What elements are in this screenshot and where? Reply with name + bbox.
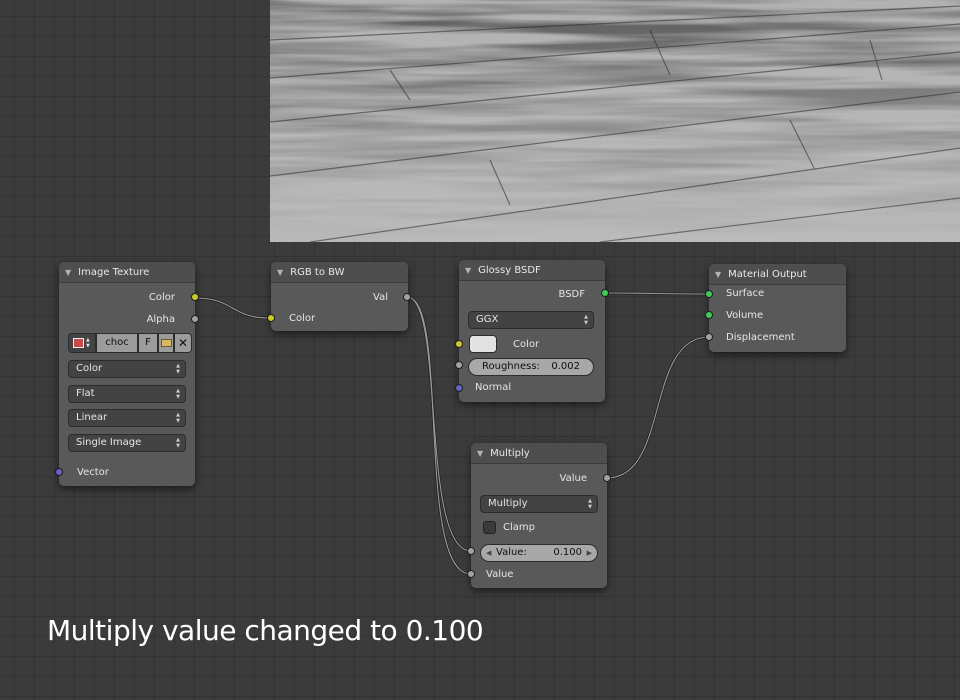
extension-dropdown[interactable]: Single Image ▲ ▼	[68, 434, 186, 452]
material-displacement-input-socket[interactable]	[705, 333, 713, 341]
rgb-to-bw-node[interactable]: ▼ RGB to BW Val Color	[271, 262, 408, 331]
image-name-field[interactable]: choc	[96, 333, 138, 353]
input-normal-label: Normal	[475, 382, 512, 393]
wood-floor-render	[270, 0, 960, 242]
projection-dropdown[interactable]: Flat ▲ ▼	[68, 385, 186, 403]
dropdown-value: Color	[76, 363, 103, 374]
input-displacement-label: Displacement	[726, 332, 795, 343]
clamp-checkbox[interactable]	[483, 521, 496, 534]
decrement-arrow-icon[interactable]: ◀	[486, 545, 491, 561]
roughness-label: Roughness:	[482, 361, 540, 372]
output-bsdf-label: BSDF	[558, 289, 585, 300]
increment-arrow-icon[interactable]: ▶	[587, 545, 592, 561]
rgb-to-bw-color-input-socket[interactable]	[267, 314, 275, 322]
multiply-header[interactable]: ▼ Multiply	[471, 443, 607, 464]
multiply-value-input-socket-1[interactable]	[467, 547, 475, 555]
dropdown-value: Flat	[76, 388, 95, 399]
color-swatch[interactable]	[469, 335, 497, 353]
chevron-updown-icon: ▲ ▼	[86, 337, 90, 349]
roughness-value: 0.002	[551, 361, 580, 372]
output-color-label: Color	[148, 292, 175, 303]
close-icon: ✕	[177, 336, 189, 350]
roughness-field[interactable]: Roughness: 0.002	[468, 358, 594, 376]
dropdown-value: GGX	[476, 314, 499, 325]
chevron-updown-icon: ▲ ▼	[176, 412, 180, 424]
multiply-value-input-socket-2[interactable]	[467, 570, 475, 578]
input-color-label: Color	[289, 313, 316, 324]
glossy-normal-input-socket[interactable]	[455, 384, 463, 392]
image-texture-vector-input-socket[interactable]	[55, 468, 63, 476]
glossy-bsdf-node[interactable]: ▼ Glossy BSDF BSDF GGX ▲ ▼ Color Roughnes…	[459, 260, 605, 402]
node-title: Multiply	[490, 447, 530, 459]
chevron-updown-icon: ▲ ▼	[584, 314, 588, 326]
material-volume-input-socket[interactable]	[705, 311, 713, 319]
dropdown-value: Multiply	[488, 498, 528, 509]
color-space-dropdown[interactable]: Color ▲ ▼	[68, 360, 186, 378]
input-vector-label: Vector	[77, 467, 109, 478]
dropdown-value: Single Image	[76, 437, 142, 448]
multiply-node[interactable]: ▼ Multiply Value Multiply ▲ ▼ Clamp ◀ Val…	[471, 443, 607, 588]
folder-icon	[161, 339, 172, 347]
output-value-label: Value	[559, 473, 587, 484]
rgb-to-bw-val-output-socket[interactable]	[403, 293, 411, 301]
collapse-triangle-icon[interactable]: ▼	[65, 268, 71, 277]
output-val-label: Val	[373, 292, 388, 303]
image-texture-header[interactable]: ▼ Image Texture	[59, 262, 195, 283]
value-field-value: 0.100	[553, 547, 582, 558]
image-browse-button[interactable]: ▲ ▼	[68, 333, 96, 353]
node-title: Image Texture	[78, 266, 150, 278]
input-color-label: Color	[513, 339, 540, 350]
material-output-header[interactable]: ▼ Material Output	[709, 264, 846, 285]
glossy-bsdf-output-socket[interactable]	[601, 289, 609, 297]
open-file-button[interactable]	[158, 333, 174, 353]
image-icon	[73, 338, 84, 348]
node-title: Material Output	[728, 268, 807, 280]
glossy-color-input-socket[interactable]	[455, 340, 463, 348]
output-alpha-label: Alpha	[146, 314, 175, 325]
input-volume-label: Volume	[726, 310, 764, 321]
value-field-label: Value:	[496, 547, 527, 558]
render-preview	[270, 0, 960, 242]
multiply-value-output-socket[interactable]	[603, 474, 611, 482]
node-title: Glossy BSDF	[478, 264, 541, 276]
glossy-roughness-input-socket[interactable]	[455, 361, 463, 369]
chevron-updown-icon: ▲ ▼	[176, 437, 180, 449]
image-texture-color-output-socket[interactable]	[191, 293, 199, 301]
interpolation-dropdown[interactable]: Linear ▲ ▼	[68, 409, 186, 427]
chevron-updown-icon: ▲ ▼	[176, 363, 180, 375]
image-texture-alpha-output-socket[interactable]	[191, 315, 199, 323]
material-surface-input-socket[interactable]	[705, 290, 713, 298]
collapse-triangle-icon[interactable]: ▼	[477, 449, 483, 458]
clamp-label: Clamp	[503, 522, 535, 533]
dropdown-value: Linear	[76, 412, 108, 423]
collapse-triangle-icon[interactable]: ▼	[465, 266, 471, 275]
chevron-updown-icon: ▲ ▼	[176, 388, 180, 400]
collapse-triangle-icon[interactable]: ▼	[715, 270, 721, 279]
material-output-node[interactable]: ▼ Material Output Surface Volume Displac…	[709, 264, 846, 352]
glossy-bsdf-header[interactable]: ▼ Glossy BSDF	[459, 260, 605, 281]
value-field[interactable]: ◀ Value: 0.100 ▶	[480, 544, 598, 562]
unlink-button[interactable]: ✕	[174, 333, 192, 353]
image-datablock: ▲ ▼ choc F ✕	[68, 333, 192, 353]
collapse-triangle-icon[interactable]: ▼	[277, 268, 283, 277]
input-value-label: Value	[486, 569, 514, 580]
chevron-updown-icon: ▲ ▼	[588, 498, 592, 510]
operation-dropdown[interactable]: Multiply ▲ ▼	[480, 495, 598, 513]
image-texture-node[interactable]: ▼ Image Texture Color Alpha ▲ ▼ choc F ✕ …	[59, 262, 195, 486]
rgb-to-bw-header[interactable]: ▼ RGB to BW	[271, 262, 408, 283]
node-title: RGB to BW	[290, 266, 345, 278]
caption-text: Multiply value changed to 0.100	[47, 614, 484, 647]
fake-user-button[interactable]: F	[138, 333, 158, 353]
input-surface-label: Surface	[726, 288, 765, 299]
distribution-dropdown[interactable]: GGX ▲ ▼	[468, 311, 594, 329]
